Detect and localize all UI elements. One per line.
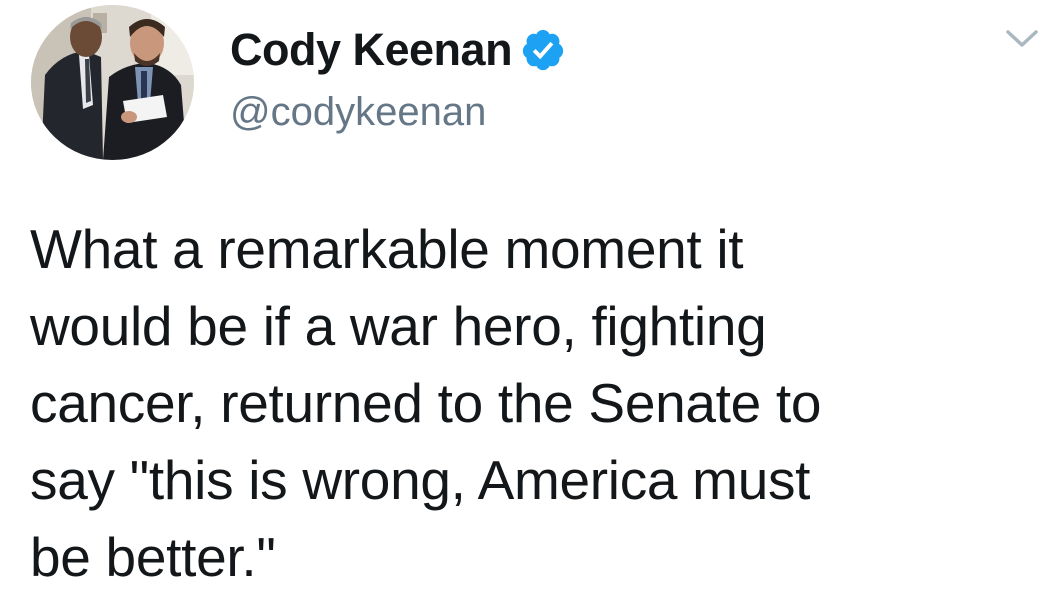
author-row: Cody Keenan [230, 22, 566, 78]
tweet-text: What a remarkable moment it would be if … [30, 211, 1030, 596]
author-handle[interactable]: @codykeenan [230, 90, 486, 135]
tweet-card: Cody Keenan @codykeenan What a remarkabl… [0, 0, 1054, 593]
display-name[interactable]: Cody Keenan [230, 24, 513, 76]
chevron-down-icon[interactable] [1004, 27, 1040, 51]
tweet-text-line: cancer, returned to the Senate to [30, 372, 822, 434]
avatar[interactable] [31, 5, 194, 160]
profile-photo [31, 5, 194, 160]
tweet-text-line: say "this is wrong, America must [30, 449, 811, 511]
tweet-text-line: What a remarkable moment it [30, 218, 744, 280]
tweet-text-line: be better." [30, 526, 276, 588]
tweet-text-line: would be if a war hero, fighting [30, 295, 767, 357]
verified-badge-icon [520, 27, 566, 73]
